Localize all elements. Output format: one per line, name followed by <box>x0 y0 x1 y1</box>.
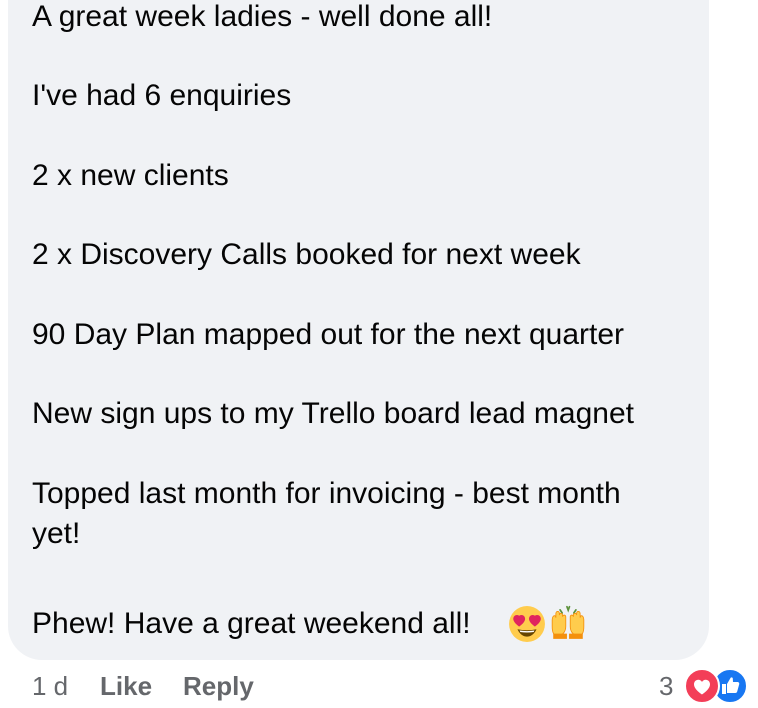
comment-line: A great week ladies - well done all! <box>32 0 493 33</box>
comment-line: 90 Day Plan mapped out for the next quar… <box>32 318 625 351</box>
comment-line: I've had 6 enquiries <box>32 79 292 112</box>
reaction-count[interactable]: 3 <box>659 670 673 702</box>
reactions-summary[interactable] <box>684 668 750 704</box>
comment-screen: A great week ladies - well done all! I'v… <box>0 0 758 708</box>
love-reaction-icon <box>684 668 720 704</box>
comment-line: 2 x Discovery Calls booked for next week <box>32 238 581 271</box>
comment-line: yet! <box>32 517 81 550</box>
comment-line: New sign ups to my Trello board lead mag… <box>32 397 634 430</box>
like-button[interactable]: Like <box>100 670 152 702</box>
comment-timestamp: 1 d <box>32 671 69 701</box>
raising-hands-emoji <box>551 605 585 639</box>
comment-line: Phew! Have a great weekend all! <box>32 607 471 640</box>
heart-eyes-emoji <box>509 606 545 642</box>
comment-line: Topped last month for invoicing - best m… <box>32 477 621 510</box>
comment-line: 2 x new clients <box>32 159 229 192</box>
reply-button[interactable]: Reply <box>183 670 254 702</box>
